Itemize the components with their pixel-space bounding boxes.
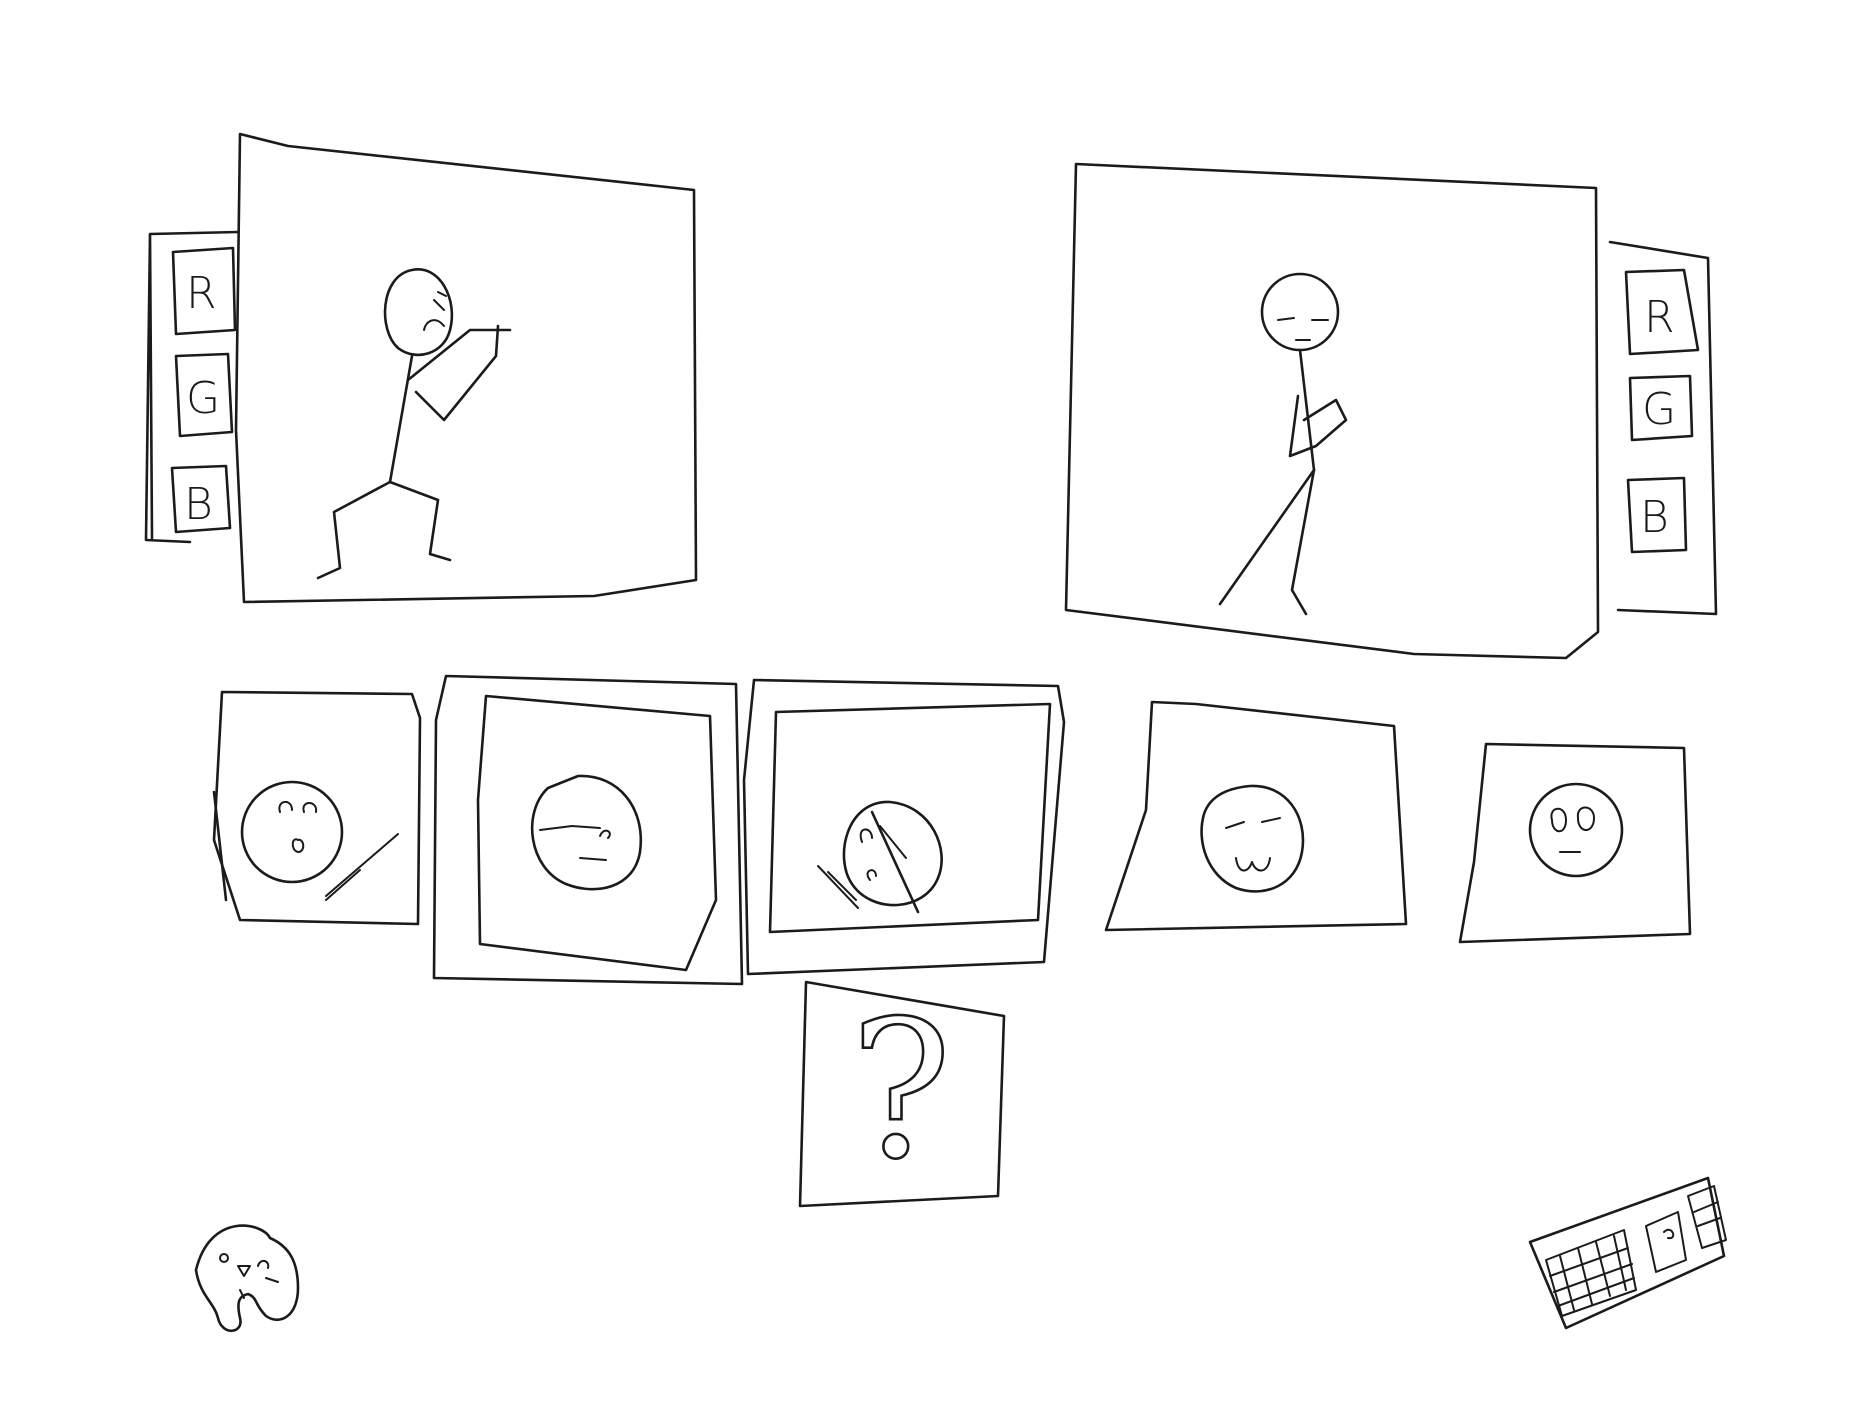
- roster-tile-neutral[interactable]: [1458, 742, 1692, 944]
- left-color-button-r[interactable]: R: [171, 246, 237, 336]
- neutral-face-icon: [1528, 782, 1624, 878]
- left-color-button-g[interactable]: G: [174, 352, 234, 438]
- right-color-button-g-label: G: [1642, 384, 1676, 435]
- cat-face-icon: [1200, 784, 1305, 893]
- roster-tile-cat[interactable]: [1104, 700, 1408, 932]
- right-color-button-g[interactable]: G: [1628, 374, 1694, 442]
- right-color-button-b[interactable]: B: [1626, 476, 1688, 554]
- left-player-panel: R G B: [144, 132, 698, 604]
- left-character-preview: [234, 132, 698, 604]
- right-player-panel: R G B: [1064, 162, 1718, 660]
- question-mark-icon: ?: [850, 980, 952, 1201]
- gamepad-icon[interactable]: [194, 1224, 300, 1333]
- roster-tile-smug[interactable]: [432, 674, 744, 986]
- left-color-button-b[interactable]: B: [170, 464, 232, 534]
- left-color-button-b-label: B: [184, 479, 213, 530]
- right-character-figure: [1218, 272, 1348, 616]
- character-roster: ?: [212, 674, 1692, 1208]
- right-color-selector: R G B: [1608, 240, 1718, 616]
- left-color-button-g-label: G: [186, 373, 220, 424]
- left-color-button-r-label: R: [186, 268, 217, 319]
- right-character-preview: [1064, 162, 1600, 660]
- right-color-button-r-label: R: [1644, 292, 1675, 343]
- left-character-figure: [316, 268, 512, 580]
- surprised-face-icon: [240, 780, 344, 884]
- roster-tile-random[interactable]: ?: [798, 979, 1006, 1208]
- angry-face-icon: [842, 800, 943, 907]
- keyboard-icon[interactable]: [1528, 1176, 1727, 1330]
- roster-tile-angry[interactable]: [742, 678, 1066, 976]
- smug-face-icon: [530, 774, 643, 891]
- right-color-button-b-label: B: [1640, 492, 1669, 543]
- character-select-screen: R G B R G B ?: [144, 132, 1727, 1333]
- roster-tile-surprised[interactable]: [212, 690, 422, 926]
- right-color-button-r[interactable]: R: [1624, 268, 1700, 356]
- left-color-selector: R G B: [144, 230, 240, 544]
